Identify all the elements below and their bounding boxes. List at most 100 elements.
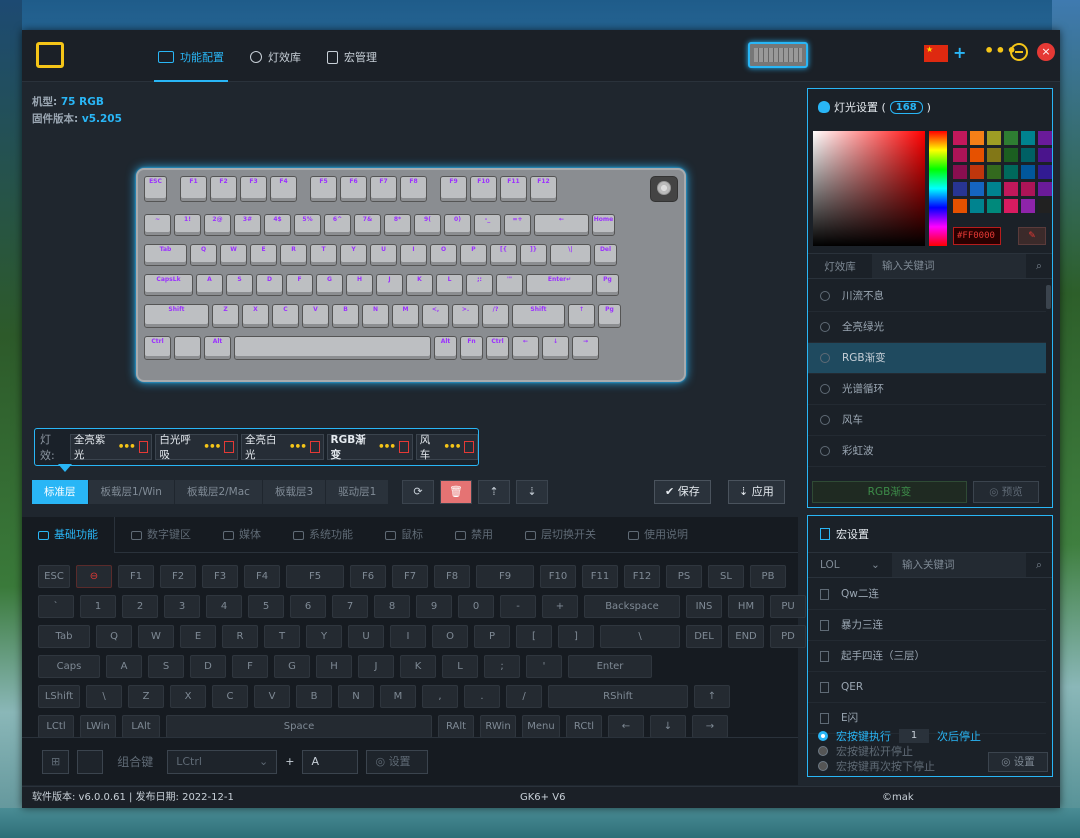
list-item[interactable]: Qw二连 (808, 579, 1046, 610)
virtual-key[interactable]: F3 (202, 565, 238, 588)
virtual-key[interactable]: N (338, 685, 374, 708)
virtual-key[interactable]: A (106, 655, 142, 678)
trash-icon[interactable] (138, 441, 149, 453)
color-picker-area[interactable] (813, 131, 925, 246)
list-item[interactable]: 彩虹波 (808, 436, 1046, 467)
keycap[interactable]: Ctrl (486, 336, 509, 360)
color-swatch[interactable] (1004, 182, 1018, 196)
macro-group-select[interactable]: LOL ⌄ (808, 559, 892, 571)
keycap[interactable]: H (346, 274, 373, 296)
keycap[interactable]: A (196, 274, 223, 296)
color-swatch[interactable] (1021, 165, 1035, 179)
keycap[interactable]: 2@ (204, 214, 231, 236)
virtual-key[interactable]: + (542, 595, 578, 618)
virtual-key[interactable]: F9 (476, 565, 534, 588)
color-swatch[interactable] (970, 199, 984, 213)
virtual-key[interactable]: M (380, 685, 416, 708)
virtual-key[interactable]: 6 (290, 595, 326, 618)
keycap[interactable]: '" (496, 274, 523, 296)
keycap[interactable]: R (280, 244, 307, 266)
color-swatch[interactable] (970, 182, 984, 196)
keycap[interactable]: -_ (474, 214, 501, 236)
refresh-button[interactable]: ⟳ (402, 480, 434, 504)
color-swatch[interactable] (953, 165, 967, 179)
keycap[interactable]: 1! (174, 214, 201, 236)
color-swatch[interactable] (953, 148, 967, 162)
keycap[interactable]: ↓ (542, 336, 569, 360)
color-swatch[interactable] (987, 199, 1001, 213)
keycap[interactable]: F4 (270, 176, 297, 202)
keycap[interactable]: Fn (460, 336, 483, 360)
nav-macro-manage[interactable]: 宏管理 (323, 44, 381, 70)
keycap[interactable]: Pg (598, 304, 621, 328)
combo-set-button[interactable]: ◎ 设置 (366, 749, 429, 774)
light-list-scrollbar[interactable] (1046, 285, 1051, 309)
windows-key-button[interactable]: ⊞ (42, 749, 70, 774)
light-search-input[interactable]: 输入关键词 (872, 254, 1026, 278)
virtual-key[interactable]: F4 (244, 565, 280, 588)
keycap[interactable]: 5% (294, 214, 321, 236)
keycap[interactable]: ESC (144, 176, 167, 202)
list-item[interactable]: 暴力三连 (808, 610, 1046, 641)
virtual-key[interactable]: ; (484, 655, 520, 678)
tab-disable[interactable]: 禁用 (439, 517, 509, 553)
keycap[interactable]: =+ (504, 214, 531, 236)
trash-icon[interactable] (464, 441, 474, 453)
effect-item[interactable]: RGB渐变 ••• (326, 434, 413, 461)
keycap[interactable]: M (392, 304, 419, 328)
effect-edit-icon[interactable]: ••• (443, 441, 461, 453)
virtual-key[interactable]: R (222, 625, 258, 648)
keycap[interactable]: ← (534, 214, 589, 236)
color-swatch[interactable] (953, 131, 967, 145)
keycap[interactable]: 0) (444, 214, 471, 236)
effect-edit-icon[interactable]: ••• (378, 441, 396, 453)
virtual-key[interactable]: C (212, 685, 248, 708)
layer-tab[interactable]: 板载层2/Mac (174, 480, 262, 504)
color-swatch[interactable] (1004, 199, 1018, 213)
layer-tab[interactable]: 驱动层1 (326, 480, 389, 504)
effect-item[interactable]: 全亮白光 ••• (240, 434, 324, 461)
keycap[interactable]: 9( (414, 214, 441, 236)
color-swatch[interactable] (953, 182, 967, 196)
keycap[interactable]: 7& (354, 214, 381, 236)
keyboard-thumbnail[interactable] (748, 42, 808, 68)
color-swatch[interactable] (1038, 165, 1052, 179)
virtual-key[interactable]: Backspace (584, 595, 680, 618)
keycap[interactable]: L (436, 274, 463, 296)
china-flag-icon[interactable] (924, 45, 948, 62)
virtual-key[interactable]: U (348, 625, 384, 648)
virtual-key[interactable]: W (138, 625, 174, 648)
keycap[interactable]: F10 (470, 176, 497, 202)
effect-item[interactable]: 风车 ••• (415, 434, 478, 461)
virtual-key[interactable]: F2 (160, 565, 196, 588)
virtual-key[interactable]: PB (750, 565, 786, 588)
virtual-key[interactable]: T (264, 625, 300, 648)
color-swatch[interactable] (1021, 199, 1035, 213)
tab-numpad[interactable]: 数字键区 (115, 517, 207, 553)
keycap[interactable]: Z (212, 304, 239, 328)
keycap[interactable]: 3# (234, 214, 261, 236)
tab-layer-switch[interactable]: 层切换开关 (509, 517, 612, 553)
virtual-key[interactable]: P (474, 625, 510, 648)
keycap[interactable]: I (400, 244, 427, 266)
radio-button[interactable] (818, 760, 828, 771)
virtual-key[interactable]: Menu (522, 715, 560, 738)
virtual-key[interactable]: 8 (374, 595, 410, 618)
virtual-key[interactable]: 0 (458, 595, 494, 618)
keycap[interactable] (174, 336, 201, 360)
search-icon[interactable]: ⌕ (1026, 559, 1052, 572)
virtual-key[interactable]: PU (770, 595, 806, 618)
keycap[interactable]: F (286, 274, 313, 296)
keycap[interactable]: Q (190, 244, 217, 266)
virtual-key[interactable]: 4 (206, 595, 242, 618)
list-item[interactable]: 风车 (808, 405, 1046, 436)
virtual-key[interactable]: . (464, 685, 500, 708)
trash-icon[interactable] (309, 441, 320, 453)
virtual-key[interactable]: DEL (686, 625, 722, 648)
keycap[interactable]: ← (512, 336, 539, 360)
virtual-key[interactable]: Caps (38, 655, 100, 678)
download-button[interactable]: ⇣ (516, 480, 548, 504)
virtual-key[interactable]: [ (516, 625, 552, 648)
color-swatch[interactable] (987, 148, 1001, 162)
color-swatch[interactable] (1021, 182, 1035, 196)
